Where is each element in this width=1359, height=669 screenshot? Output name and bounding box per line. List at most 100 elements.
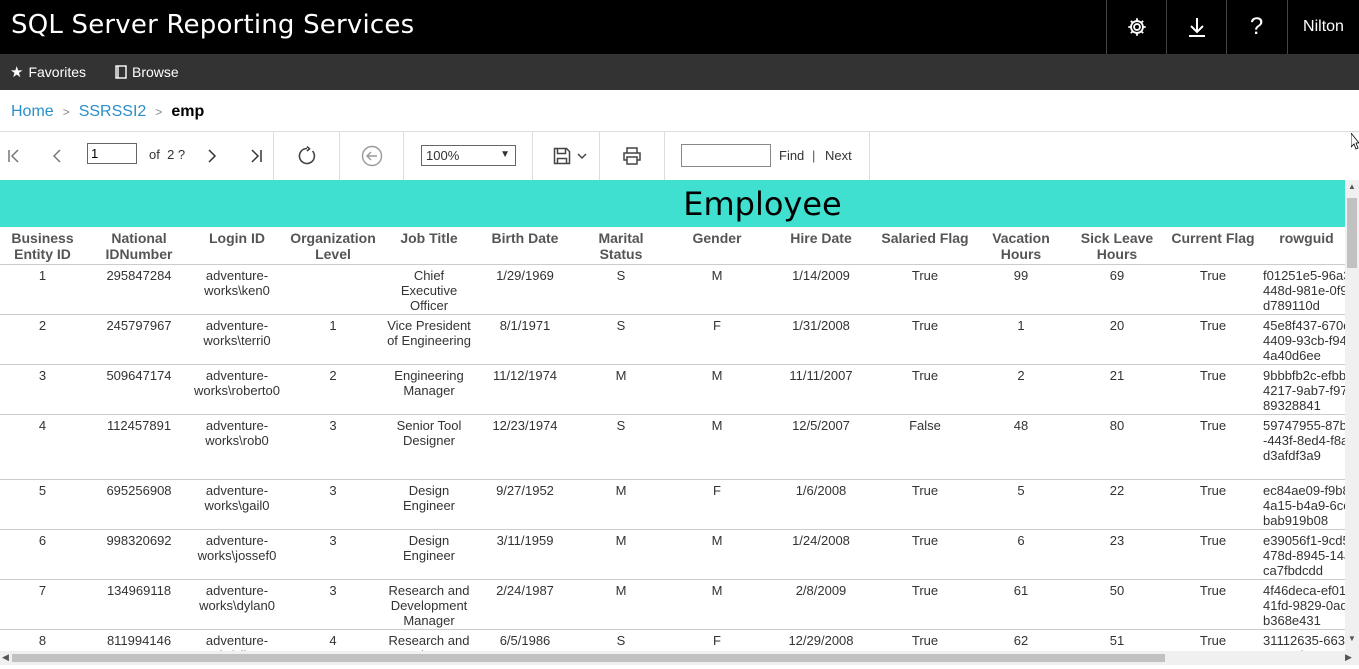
previous-page-button[interactable] (45, 132, 69, 180)
user-menu[interactable]: Nilton (1287, 0, 1359, 54)
table-cell: 31112635-663b-4018-b4a2-a685c0bf48a4 (1257, 629, 1345, 651)
table-cell: 1/31/2008 (769, 314, 873, 365)
table-cell: 4f46deca-ef01-41fd-9829-0adab368e431 (1257, 579, 1345, 630)
table-cell: True (1169, 314, 1257, 365)
chevron-right-icon: > (62, 105, 70, 119)
next-page-button[interactable] (200, 132, 224, 180)
table-cell: 4 (281, 629, 385, 651)
first-page-button[interactable] (2, 132, 26, 180)
table-cell: 80 (1065, 414, 1169, 480)
table-cell: 69 (1065, 264, 1169, 315)
report-toolbar: of 2 ? 100% ▼ Find | Next (0, 132, 1359, 180)
table-cell: True (1169, 579, 1257, 630)
table-row: 6 998320692 adventure-works\jossef0 3 Design… (0, 529, 1345, 580)
settings-button[interactable] (1106, 0, 1166, 54)
table-cell: True (1169, 264, 1257, 315)
column-header: Birth Date (473, 227, 577, 265)
zoom-value: 100% (426, 148, 460, 163)
table-cell: Chief Executive Officer (385, 264, 473, 315)
divider (403, 132, 404, 180)
scroll-up-icon[interactable]: ▲ (1348, 182, 1356, 191)
dropdown-arrow-icon: ▼ (500, 149, 510, 160)
download-button[interactable] (1166, 0, 1226, 54)
scroll-left-icon[interactable]: ◀ (2, 652, 9, 663)
table-cell (281, 264, 385, 315)
vertical-scrollbar[interactable]: ▲ ▼ (1345, 180, 1359, 651)
chevron-right-icon: > (155, 105, 163, 119)
table-cell: True (873, 579, 977, 630)
favorites-link[interactable]: ★ Favorites (10, 54, 86, 90)
breadcrumb-folder[interactable]: SSRSSI2 (79, 103, 147, 121)
last-page-icon (251, 149, 262, 163)
print-button[interactable] (619, 132, 645, 180)
back-button[interactable] (359, 132, 385, 180)
table-cell: True (873, 264, 977, 315)
first-page-icon (8, 149, 19, 163)
table-cell: adventure-works\rob0 (193, 414, 281, 480)
help-button[interactable]: ? (1226, 0, 1286, 54)
download-icon (1188, 18, 1205, 37)
table-cell: True (1169, 414, 1257, 480)
table-cell: 1 (977, 314, 1065, 365)
refresh-icon (298, 146, 316, 165)
breadcrumb: Home > SSRSSI2 > emp (11, 101, 204, 123)
scroll-thumb[interactable] (1347, 198, 1357, 268)
find-input[interactable] (681, 144, 771, 167)
column-header: Login ID (193, 227, 281, 265)
table-cell: 2/24/1987 (473, 579, 577, 630)
table-cell: 61 (977, 579, 1065, 630)
table-row: 8811994146adventure-works\diane14Researc… (0, 629, 1345, 651)
breadcrumb-home[interactable]: Home (11, 103, 54, 121)
column-header: National IDNumber (85, 227, 193, 265)
gear-icon (1127, 18, 1146, 36)
table-cell: 3 (281, 579, 385, 630)
table-cell: 7 (0, 579, 85, 630)
find-link[interactable]: Find (779, 148, 804, 163)
browse-link[interactable]: Browse (115, 54, 179, 90)
table-row: 7 134969118 adventure-works\dylan0 3 Researc… (0, 579, 1345, 630)
chevron-left-icon (52, 149, 61, 163)
page-number-input[interactable] (87, 143, 137, 164)
scroll-thumb[interactable] (12, 654, 1165, 662)
table-cell: f01251e5-96a3-448d-981e-0f99d789110d (1257, 264, 1345, 315)
table-cell: 12/29/2008 (769, 629, 873, 651)
table-cell: 1/29/1969 (473, 264, 577, 315)
table-cell: adventure-works\jossef0 (193, 529, 281, 580)
next-link[interactable]: Next (825, 148, 852, 163)
table-cell: 6/5/1986 (473, 629, 577, 651)
table-cell: 5 (977, 479, 1065, 530)
browse-icon (115, 65, 127, 79)
table-cell: F (665, 629, 769, 651)
table-cell: S (577, 264, 665, 315)
chevron-right-icon (208, 149, 217, 163)
table-cell: 695256908 (85, 479, 193, 530)
app-title: SQL Server Reporting Services (11, 10, 415, 40)
table-cell: S (577, 629, 665, 651)
table-cell: 112457891 (85, 414, 193, 480)
table-cell: False (873, 414, 977, 480)
table-cell: M (577, 479, 665, 530)
favorites-label: Favorites (28, 64, 87, 80)
table-cell: adventure-works\gail0 (193, 479, 281, 530)
column-header: Organization Level (281, 227, 385, 265)
scroll-down-icon[interactable]: ▼ (1348, 634, 1356, 643)
divider (273, 132, 274, 180)
last-page-button[interactable] (244, 132, 268, 180)
zoom-select[interactable]: 100% ▼ (421, 145, 516, 166)
table-cell: 9bbbfb2c-efbb-4217-9ab7-f97689328841 (1257, 364, 1345, 415)
table-cell: Engineering Manager (385, 364, 473, 415)
horizontal-scrollbar[interactable]: ◀ ▶ (0, 651, 1359, 665)
scroll-right-icon[interactable]: ▶ (1345, 652, 1352, 663)
divider (664, 132, 665, 180)
browse-label: Browse (132, 64, 179, 80)
refresh-button[interactable] (294, 132, 320, 180)
table-cell: Research and Development Manager (385, 579, 473, 630)
table-cell: 48 (977, 414, 1065, 480)
table-cell: adventure-works\roberto0 (193, 364, 281, 415)
divider (869, 132, 870, 180)
table-cell: 23 (1065, 529, 1169, 580)
table-cell: adventure-works\diane1 (193, 629, 281, 651)
table-cell: ec84ae09-f9b8-4a15-b4a9-6ccbab919b08 (1257, 479, 1345, 530)
export-button[interactable] (549, 132, 591, 180)
print-icon (623, 147, 641, 165)
